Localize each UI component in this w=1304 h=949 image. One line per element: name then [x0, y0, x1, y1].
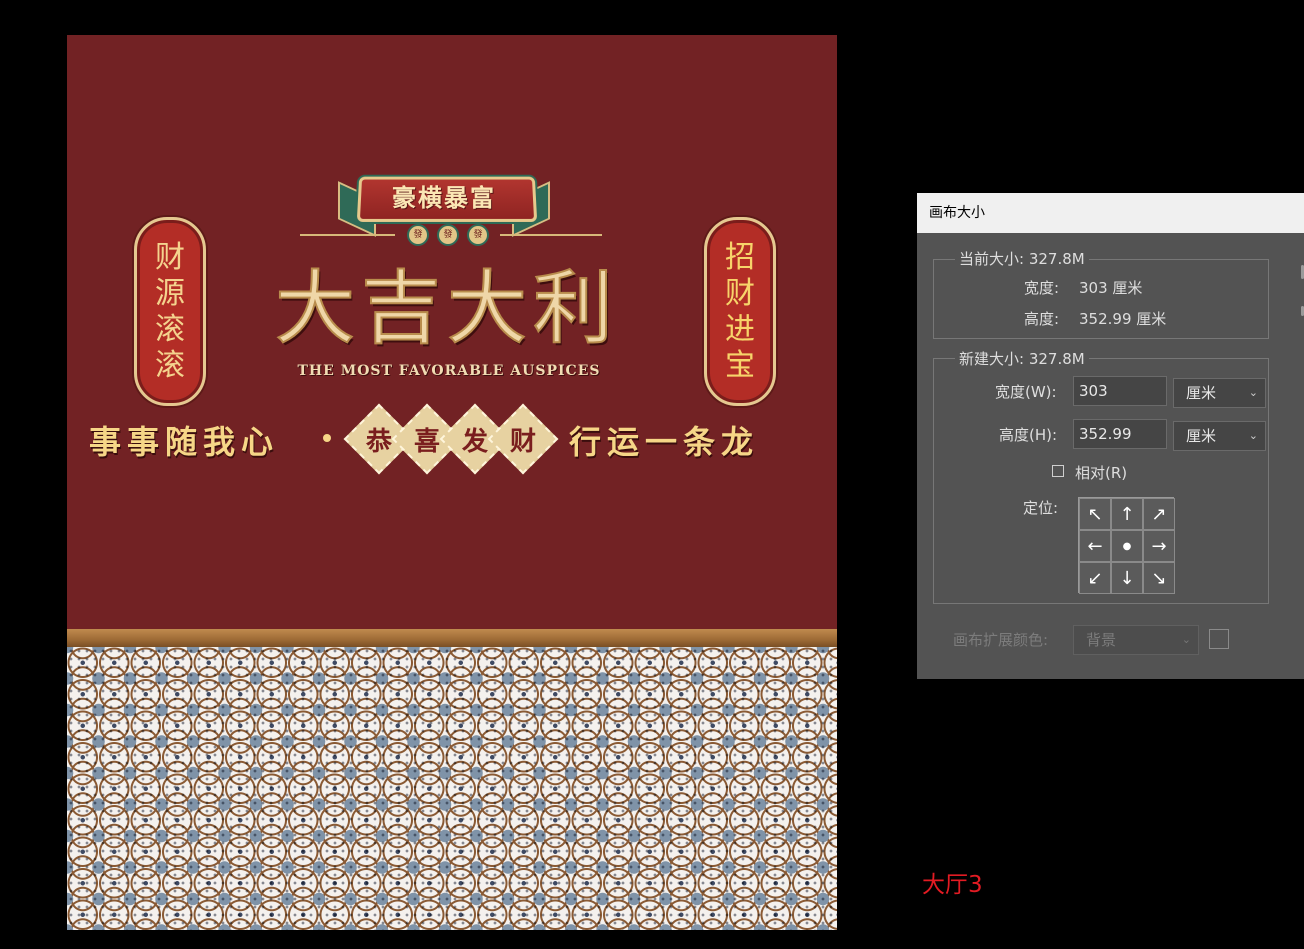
ribbon-text: 豪横暴富	[392, 183, 496, 212]
chevron-down-icon: ⌄	[1181, 633, 1191, 646]
medallion: 發	[437, 224, 459, 246]
left-pill: 财 源 滚 滚	[134, 217, 206, 406]
pill-char: 滚	[155, 311, 185, 347]
ribbon-banner: 豪横暴富	[338, 168, 550, 237]
divider-left	[300, 234, 395, 236]
pill-char: 滚	[155, 347, 185, 383]
anchor-top-right-icon[interactable]: ↗	[1143, 498, 1175, 530]
medallion: 發	[407, 224, 429, 246]
diamond-char: 财	[509, 426, 536, 457]
width-unit-select[interactable]: 厘米 ⌄	[1173, 378, 1266, 408]
anchor-top-left-icon[interactable]: ↖	[1079, 498, 1111, 530]
extension-color-swatch[interactable]	[1209, 629, 1229, 649]
chevron-down-icon: ⌄	[1248, 386, 1258, 399]
dialog-title[interactable]: 画布大小	[917, 193, 1304, 233]
extension-color-select[interactable]: 背景 ⌄	[1073, 625, 1199, 655]
current-width-label: 宽度:	[1024, 279, 1060, 297]
right-pill: 招 财 进 宝	[704, 217, 776, 406]
width-input[interactable]: 303	[1073, 376, 1167, 406]
pill-char: 宝	[725, 347, 755, 383]
slogan-left: 事事随我心	[89, 423, 280, 461]
new-size-legend: 新建大小: 327.8M	[955, 348, 1089, 369]
anchor-right-icon[interactable]: →	[1143, 530, 1175, 562]
anchor-top-icon[interactable]: ↑	[1111, 498, 1143, 530]
anchor-bottom-left-icon[interactable]: ↙	[1079, 562, 1111, 594]
lattice-pattern	[67, 647, 837, 930]
anchor-label: 定位:	[1023, 499, 1059, 517]
pill-char: 财	[155, 239, 185, 275]
anchor-bottom-right-icon[interactable]: ↘	[1143, 562, 1175, 594]
divider-right	[500, 234, 602, 236]
bullet-dot	[323, 434, 331, 442]
anchor-bottom-icon[interactable]: ↓	[1111, 562, 1143, 594]
anchor-left-icon[interactable]: ←	[1079, 530, 1111, 562]
height-unit-select[interactable]: 厘米 ⌄	[1173, 421, 1266, 451]
chevron-down-icon: ⌄	[1248, 429, 1258, 442]
current-height-value: 352.99 厘米	[1079, 310, 1167, 328]
main-title: 大吉大利	[274, 261, 619, 356]
current-width-value: 303 厘米	[1079, 279, 1143, 297]
relative-label[interactable]: 相对(R)	[1075, 462, 1127, 483]
relative-checkbox[interactable]	[1052, 465, 1064, 477]
anchor-grid[interactable]: ↖ ↑ ↗ ← ● → ↙ ↓ ↘	[1078, 497, 1175, 594]
diamond-tile: 财	[487, 403, 559, 475]
pill-char: 招	[725, 239, 755, 275]
subtitle: THE MOST FAVORABLE AUSPICES	[297, 363, 601, 379]
extension-color-label: 画布扩展颜色:	[953, 631, 1049, 649]
pattern-dots	[67, 647, 837, 930]
diamond-slogan: 恭 喜 发 财	[343, 403, 559, 475]
gold-band	[67, 629, 837, 647]
pill-char: 进	[725, 311, 755, 347]
height-input[interactable]: 352.99	[1073, 419, 1167, 449]
current-height-label: 高度:	[1024, 310, 1060, 328]
new-height-label: 高度(H):	[999, 426, 1058, 444]
medallion: 發	[467, 224, 489, 246]
medallion-row: 發 發 發	[397, 224, 499, 246]
canvas-size-dialog: 画布大小 当前大小: 327.8M 宽度: 303 厘米 高度: 352.99 …	[917, 193, 1304, 679]
height-unit-value: 厘米	[1186, 427, 1217, 445]
artwork-canvas: 豪横暴富 發 發 發 大吉大利 THE MOST FAVORABLE AUSPI…	[67, 35, 837, 930]
new-width-label: 宽度(W):	[995, 383, 1057, 401]
extension-color-value: 背景	[1086, 631, 1117, 649]
slogan-right: 行运一条龙	[569, 423, 760, 461]
current-size-legend: 当前大小: 327.8M	[955, 248, 1089, 269]
hall-label: 大厅3	[922, 872, 983, 898]
width-unit-value: 厘米	[1186, 384, 1217, 402]
pill-char: 源	[155, 275, 185, 311]
anchor-center-icon[interactable]: ●	[1111, 530, 1143, 562]
pill-char: 财	[725, 275, 755, 311]
